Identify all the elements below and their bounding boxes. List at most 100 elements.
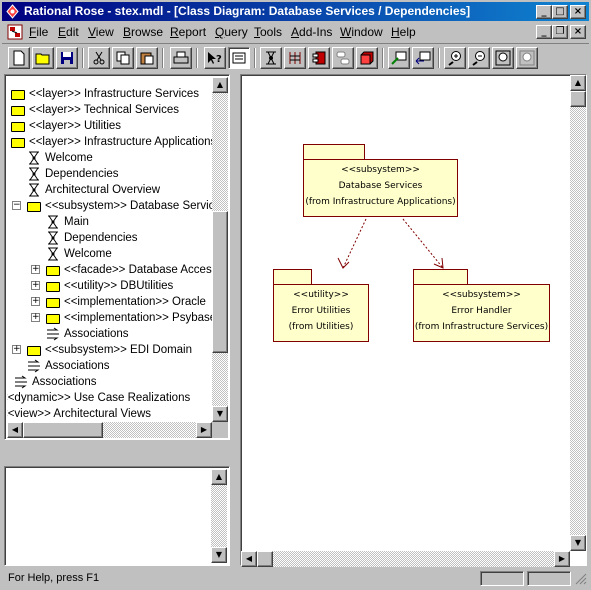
package-name: Database Services	[338, 181, 423, 191]
browser-tree[interactable]: <<layer>> Infrastructure Services <<layer…	[7, 77, 213, 422]
title-bar[interactable]: Rational Rose - stex.mdl - [Class Diagra…	[2, 2, 589, 21]
open-button[interactable]	[32, 47, 54, 69]
tree-item[interactable]: <<implementation>> Oracle	[46, 294, 206, 310]
tree-item[interactable]: Dependencies	[27, 166, 119, 182]
tree-item[interactable]: <<layer>> Infrastructure Applications	[11, 134, 213, 150]
save-button[interactable]	[56, 47, 78, 69]
arrow-down-icon: ▼	[215, 550, 223, 559]
zoom-out-button[interactable]	[468, 47, 490, 69]
scroll-left-button[interactable]: ◀	[241, 551, 257, 567]
tree-item[interactable]: <<implementation>> Psybase	[46, 310, 213, 326]
menu-window[interactable]: Window	[340, 25, 383, 39]
standard-toolbar: ?	[2, 43, 589, 71]
browse-previous-diagram-button[interactable]	[412, 47, 434, 69]
document-system-menu-icon[interactable]	[7, 24, 23, 40]
close-icon: ×	[573, 6, 583, 17]
tree-item[interactable]: Associations	[14, 374, 97, 390]
tree-item[interactable]: <<subsystem>> Database Services	[27, 198, 213, 214]
diagram-horizontal-scrollbar[interactable]: ◀ ▶	[241, 551, 570, 567]
browse-class-diagram-icon	[266, 51, 276, 65]
scroll-thumb[interactable]	[257, 551, 273, 567]
maximize-button[interactable]: □	[552, 5, 568, 19]
tree-item[interactable]: Architectural Overview	[27, 182, 160, 198]
package-stereotype: <<subsystem>>	[442, 290, 521, 300]
browse-deployment-diagram-button[interactable]	[356, 47, 378, 69]
tree-item[interactable]: Dependencies	[46, 230, 138, 246]
tree-item[interactable]: Welcome	[27, 150, 93, 166]
documentation-vertical-scrollbar[interactable]: ▲ ▼	[211, 469, 227, 563]
scroll-up-button[interactable]: ▲	[570, 75, 586, 91]
menu-edit[interactable]: Edit	[58, 25, 79, 39]
expand-node-button[interactable]: +	[31, 281, 40, 290]
tree-item[interactable]: Main	[46, 214, 89, 230]
scroll-thumb[interactable]	[212, 211, 228, 353]
new-button[interactable]	[8, 47, 30, 69]
document-minimize-button[interactable]: _	[536, 25, 552, 39]
tree-item[interactable]: <<layer>> Technical Services	[11, 102, 179, 118]
tree-item[interactable]: <<subsystem>> EDI Domain	[27, 342, 192, 358]
tree-item-label: <<view>> Architectural Views	[7, 408, 152, 420]
tree-item[interactable]: <<utility>> DBUtilities	[46, 278, 173, 294]
tree-item[interactable]: <<view>> Architectural Views	[7, 406, 151, 422]
scroll-left-button[interactable]: ◀	[7, 422, 23, 438]
close-button[interactable]: ×	[570, 5, 586, 19]
menu-browse[interactable]: Browse	[123, 25, 163, 39]
expand-node-button[interactable]: +	[31, 313, 40, 322]
dependency-line-error-utilities[interactable]	[342, 218, 367, 269]
tree-item[interactable]: Associations	[27, 358, 110, 374]
browse-interaction-diagram-button[interactable]	[284, 47, 306, 69]
dependency-line-error-handler[interactable]	[402, 218, 444, 269]
tree-item[interactable]: Associations	[46, 326, 129, 342]
document-close-button[interactable]: ×	[570, 25, 586, 39]
expand-node-button[interactable]: +	[12, 345, 21, 354]
tree-horizontal-scrollbar[interactable]: ◀ ▶	[7, 422, 212, 438]
menu-add-ins[interactable]: Add-Ins	[291, 25, 332, 39]
scroll-up-button[interactable]: ▲	[212, 77, 228, 93]
copy-button[interactable]	[112, 47, 134, 69]
expand-node-button[interactable]: +	[31, 265, 40, 274]
collapse-node-button[interactable]: −	[12, 201, 21, 210]
paste-button[interactable]	[136, 47, 158, 69]
menu-view[interactable]: View	[88, 25, 114, 39]
scroll-down-button[interactable]: ▼	[212, 406, 228, 422]
scroll-up-button[interactable]: ▲	[211, 469, 227, 485]
tree-item[interactable]: <<layer>> Infrastructure Services	[11, 86, 199, 102]
resize-grip-icon[interactable]	[575, 573, 587, 585]
menu-file[interactable]: File	[29, 25, 48, 39]
tree-item[interactable]: <<layer>> Utilities	[11, 118, 121, 134]
menu-tools[interactable]: Tools	[254, 25, 282, 39]
tree-item[interactable]: <<dynamic>> Use Case Realizations	[7, 390, 190, 406]
scroll-right-button[interactable]: ▶	[196, 422, 212, 438]
menu-help[interactable]: Help	[391, 25, 416, 39]
scroll-down-button[interactable]: ▼	[570, 535, 586, 551]
zoom-in-button[interactable]	[444, 47, 466, 69]
minimize-button[interactable]: _	[536, 5, 552, 19]
class-diagram-canvas[interactable]: <<subsystem>> Database Services (from In…	[240, 74, 587, 567]
browse-class-diagram-button[interactable]	[260, 47, 282, 69]
cut-button[interactable]	[88, 47, 110, 69]
browse-component-diagram-button[interactable]	[308, 47, 330, 69]
tree-item[interactable]: <<facade>> Database Access	[46, 262, 213, 278]
diagram-vertical-scrollbar[interactable]: ▲ ▼	[570, 75, 586, 551]
fit-in-window-button[interactable]	[492, 47, 514, 69]
browse-parent-button[interactable]	[388, 47, 410, 69]
browser-tree-pane[interactable]: <<layer>> Infrastructure Services <<layer…	[4, 74, 230, 440]
menu-query[interactable]: Query	[215, 25, 248, 39]
scroll-right-button[interactable]: ▶	[554, 551, 570, 567]
scroll-thumb[interactable]	[23, 422, 103, 438]
scroll-thumb[interactable]	[570, 91, 586, 107]
rational-rose-app-icon[interactable]	[5, 4, 20, 19]
tree-item[interactable]: Welcome	[46, 246, 112, 262]
context-help-button[interactable]: ?	[204, 47, 226, 69]
expand-node-button[interactable]: +	[31, 297, 40, 306]
tree-vertical-scrollbar[interactable]: ▲ ▼	[212, 77, 228, 422]
browse-state-diagram-button[interactable]	[332, 47, 354, 69]
tree-item-label: <<layer>> Infrastructure Services	[29, 88, 200, 100]
scroll-down-button[interactable]: ▼	[211, 547, 227, 563]
document-restore-button[interactable]: ❐	[552, 25, 568, 39]
undo-fit-button[interactable]	[516, 47, 538, 69]
print-button[interactable]	[170, 47, 192, 69]
menu-report[interactable]: Report	[170, 25, 206, 39]
documentation-pane[interactable]: ▲ ▼	[4, 466, 230, 566]
view-documentation-button[interactable]	[228, 47, 250, 69]
